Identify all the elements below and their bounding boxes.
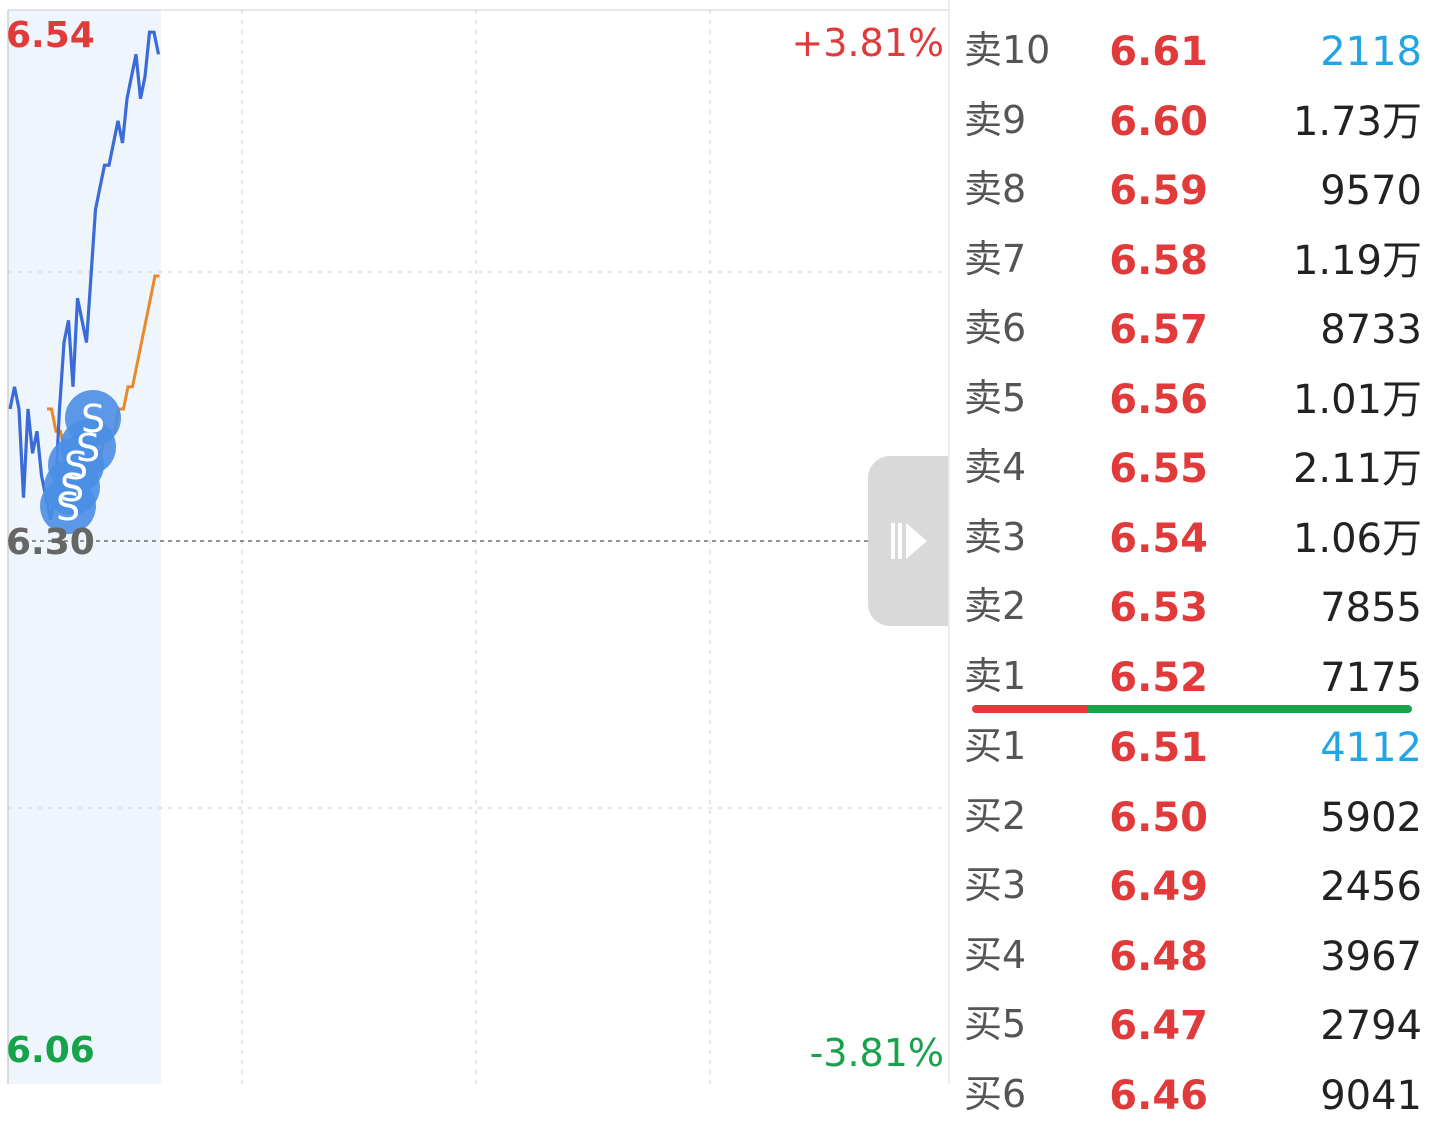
price-low-label: 6.06 — [6, 1030, 95, 1071]
level-volume: 8733 — [1320, 307, 1422, 353]
level-price: 6.50 — [1109, 794, 1208, 841]
level-volume: 7855 — [1320, 585, 1422, 631]
level-price: 6.59 — [1109, 168, 1208, 214]
level-label: 买4 — [964, 932, 1027, 977]
level-volume: 1.73万 — [1292, 98, 1422, 145]
bid-row[interactable]: 买6 6.46 9041 — [950, 1060, 1430, 1130]
level-price: 6.58 — [1109, 237, 1208, 284]
level-label: 买1 — [964, 724, 1027, 768]
pct-low-label: -3.81% — [809, 1031, 944, 1075]
level-label: 卖2 — [964, 584, 1027, 628]
level-volume: 4112 — [1320, 725, 1422, 771]
level-volume: 2.11万 — [1292, 446, 1422, 492]
level-label: 买6 — [964, 1071, 1027, 1116]
level-label: 卖1 — [964, 653, 1027, 698]
ask-row[interactable]: 卖6 6.57 8733 — [950, 294, 1430, 364]
chart-canvas: S S S S S — [7, 9, 948, 1084]
level-label: 卖3 — [964, 514, 1027, 559]
level-price: 6.53 — [1109, 585, 1208, 631]
level-label: 卖7 — [964, 236, 1027, 281]
balance-bar-bid — [1088, 705, 1412, 713]
level-volume: 5902 — [1320, 794, 1422, 841]
prev-close-label: 6.30 — [6, 522, 95, 563]
level-label: 卖10 — [964, 28, 1051, 72]
bid-row[interactable]: 买3 6.49 2456 — [950, 851, 1430, 921]
ask-row[interactable]: 卖9 6.60 1.73万 — [950, 86, 1430, 156]
level-price: 6.55 — [1109, 446, 1208, 492]
level-volume: 3967 — [1320, 933, 1422, 980]
level-label: 买2 — [964, 793, 1027, 838]
level-price: 6.56 — [1109, 376, 1208, 423]
ask-row[interactable]: 卖1 6.52 7175 — [950, 642, 1430, 712]
level-price: 6.49 — [1109, 864, 1208, 910]
intraday-chart[interactable]: S S S S S 6.54 6.30 6.06 +3.81% -3.81% — [0, 0, 948, 1084]
collapse-orderbook-button[interactable] — [868, 456, 950, 626]
level-label: 卖4 — [964, 445, 1027, 489]
ask-row[interactable]: 卖5 6.56 1.01万 — [950, 364, 1430, 434]
balance-bar-ask — [972, 705, 1088, 713]
ask-row[interactable]: 卖8 6.59 9570 — [950, 155, 1430, 225]
level-label: 卖8 — [964, 167, 1027, 211]
ask-row[interactable]: 卖4 6.55 2.11万 — [950, 433, 1430, 503]
ask-row[interactable]: 卖3 6.54 1.06万 — [950, 503, 1430, 573]
level-label: 卖6 — [964, 306, 1027, 350]
level-price: 6.46 — [1109, 1072, 1208, 1119]
level-volume: 2118 — [1320, 29, 1422, 75]
level-volume: 2794 — [1320, 1003, 1422, 1049]
bid-row[interactable]: 买2 6.50 5902 — [950, 782, 1430, 852]
level-price: 6.54 — [1109, 515, 1208, 562]
collapse-arrow-icon — [891, 523, 927, 559]
level-volume: 9041 — [1320, 1072, 1422, 1119]
ask-row[interactable]: 卖10 6.61 2118 — [950, 16, 1430, 86]
bid-row[interactable]: 买1 6.51 4112 — [950, 712, 1430, 782]
bid-ask-balance-bar — [972, 705, 1412, 713]
level-price: 6.57 — [1109, 307, 1208, 353]
price-high-label: 6.54 — [6, 15, 95, 56]
level-price: 6.48 — [1109, 933, 1208, 980]
level-volume: 1.01万 — [1292, 376, 1422, 423]
level-volume: 1.19万 — [1292, 237, 1422, 284]
level-price: 6.60 — [1109, 98, 1208, 145]
level-price: 6.51 — [1109, 725, 1208, 771]
level-volume: 1.06万 — [1292, 515, 1422, 562]
order-book: 卖10 6.61 2118 卖9 6.60 1.73万卖8 6.59 9570 卖7 6.58 1.… — [948, 0, 1440, 1118]
level-price: 6.47 — [1109, 1003, 1208, 1049]
level-volume: 9570 — [1320, 168, 1422, 214]
level-label: 买3 — [964, 863, 1027, 907]
level-label: 卖9 — [964, 97, 1027, 142]
ask-row[interactable]: 卖2 6.53 7855 — [950, 572, 1430, 642]
level-volume: 7175 — [1320, 654, 1422, 701]
bid-row[interactable]: 买5 6.47 2794 — [950, 990, 1430, 1060]
pct-high-label: +3.81% — [791, 21, 944, 65]
level-price: 6.61 — [1109, 29, 1208, 75]
level-label: 卖5 — [964, 375, 1027, 420]
level-price: 6.52 — [1109, 654, 1208, 701]
ask-row[interactable]: 卖7 6.58 1.19万 — [950, 225, 1430, 295]
bid-row[interactable]: 买4 6.48 3967 — [950, 921, 1430, 991]
level-volume: 2456 — [1320, 864, 1422, 910]
level-label: 买5 — [964, 1002, 1027, 1046]
